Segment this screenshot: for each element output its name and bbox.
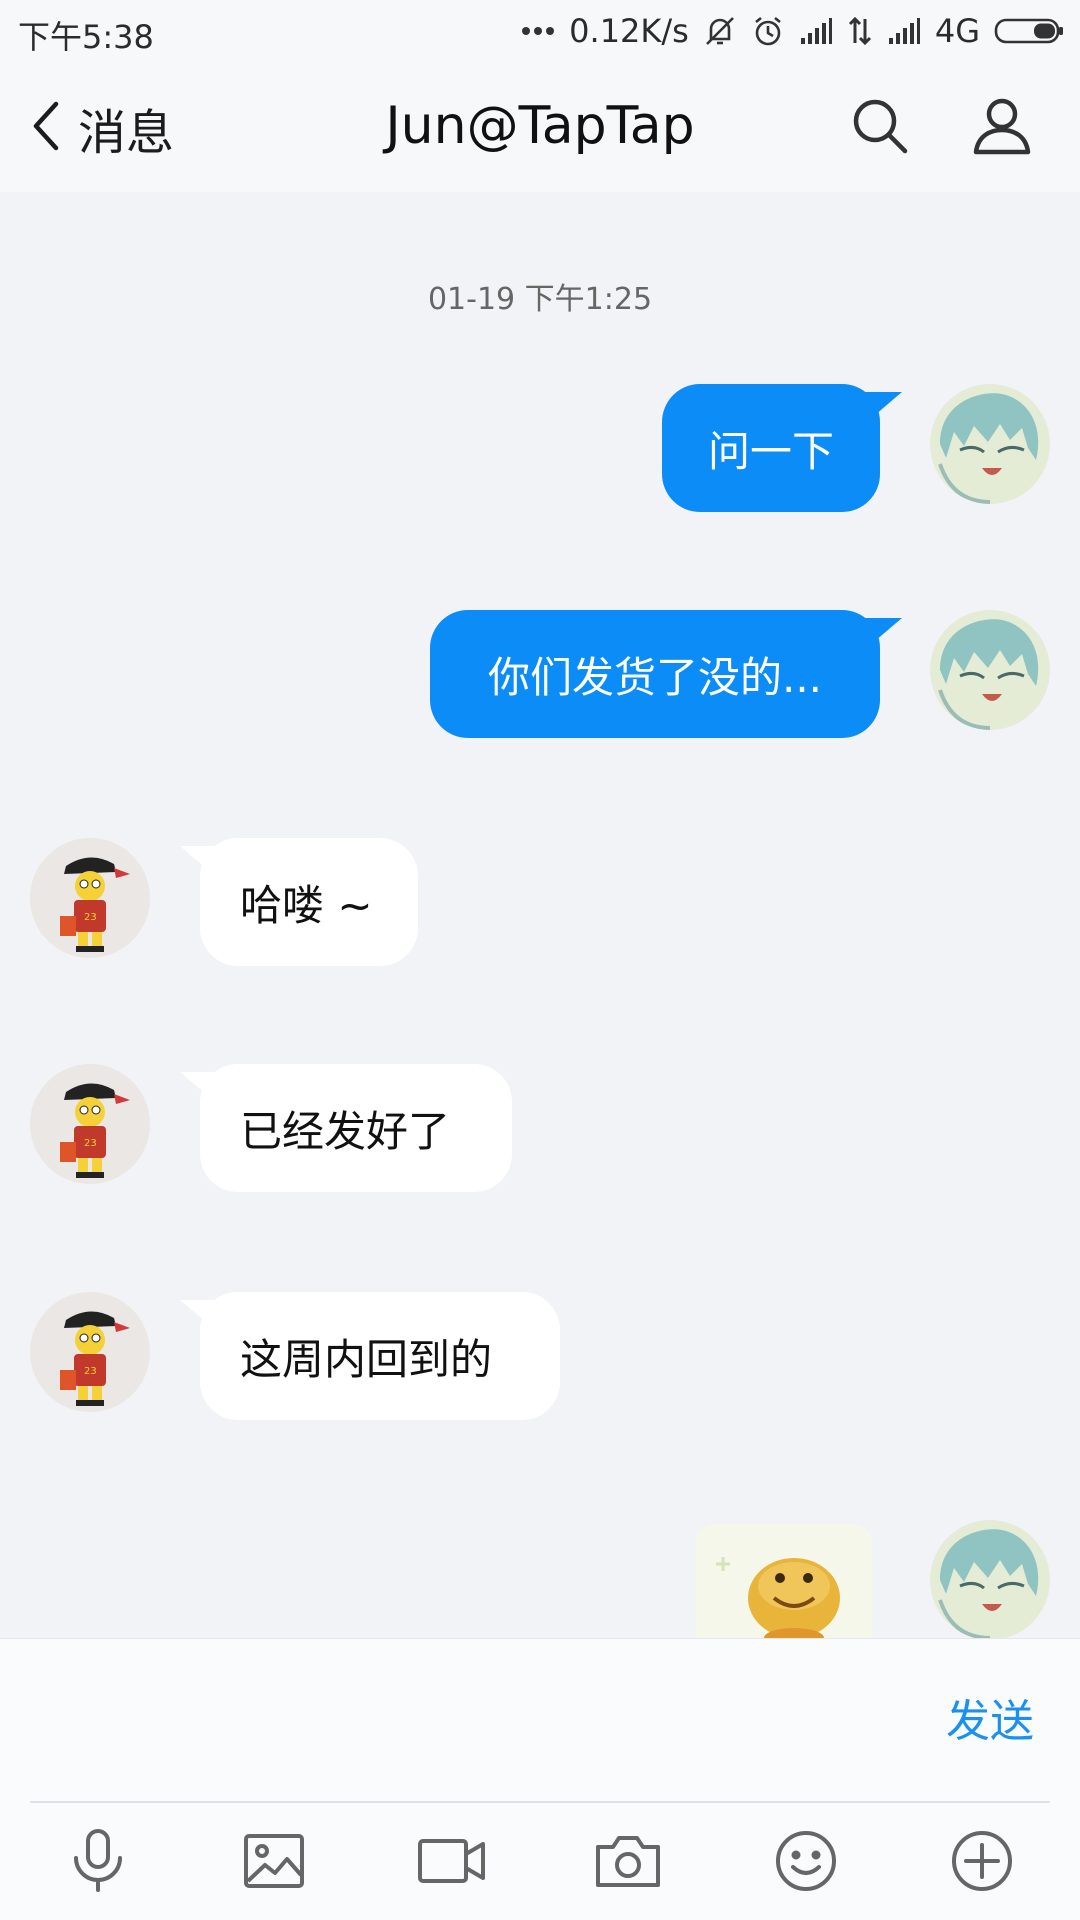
- signal-icon: [799, 16, 833, 46]
- signal-icon: [887, 16, 921, 46]
- incoming-message-bubble[interactable]: 这周内回到的: [200, 1292, 560, 1420]
- bell-muted-icon: [703, 14, 737, 48]
- microphone-icon: [70, 1828, 126, 1898]
- svg-text:23: 23: [84, 1138, 97, 1149]
- image-button[interactable]: [234, 1825, 314, 1901]
- sticker-message[interactable]: [696, 1524, 872, 1638]
- network-type: 4G: [934, 12, 980, 50]
- message-text: 你们发货了没的...: [487, 652, 823, 702]
- message-input[interactable]: [30, 1661, 890, 1781]
- svg-text:23: 23: [84, 1366, 97, 1377]
- profile-icon: [970, 94, 1034, 162]
- camera-button[interactable]: [588, 1825, 668, 1901]
- camera-icon: [595, 1833, 661, 1893]
- back-button[interactable]: 消息: [28, 92, 174, 164]
- profile-button[interactable]: [966, 92, 1038, 164]
- my-avatar[interactable]: [930, 384, 1050, 504]
- outgoing-message-bubble[interactable]: 问一下: [662, 384, 880, 512]
- chat-title: Jun@TapTap: [385, 96, 695, 156]
- status-time: 下午5:38: [18, 18, 154, 56]
- svg-text:23: 23: [84, 912, 97, 923]
- chat-header: 消息 Jun@TapTap: [0, 62, 1080, 192]
- data-arrows-icon: [847, 15, 873, 47]
- back-chevron-icon: [28, 98, 64, 158]
- outgoing-message-bubble[interactable]: 你们发货了没的...: [430, 610, 880, 738]
- emoji-button[interactable]: [766, 1825, 846, 1901]
- message-text: 哈喽 ~: [240, 880, 373, 930]
- emoji-icon: [774, 1829, 838, 1897]
- message-list[interactable]: 01-19 下午1:25 问一下 你们发货了没的... 23 哈喽 ~ 23 已…: [0, 192, 1080, 1638]
- send-button[interactable]: 发送: [946, 1685, 1034, 1749]
- composer-toolbar: [0, 1803, 1080, 1920]
- search-icon: [849, 95, 911, 161]
- bubble-tail-icon: [862, 392, 902, 426]
- composer: 发送: [0, 1638, 1080, 1920]
- status-bar: 下午5:38 0.12K/s 4G: [0, 0, 1080, 62]
- battery-icon: [994, 16, 1066, 46]
- incoming-message-bubble[interactable]: 哈喽 ~: [200, 838, 418, 966]
- net-speed: 0.12K/s: [569, 12, 689, 50]
- contact-avatar[interactable]: 23: [30, 1064, 150, 1184]
- message-text: 这周内回到的: [240, 1334, 493, 1384]
- plus-icon: [950, 1829, 1014, 1897]
- alarm-icon: [751, 14, 785, 48]
- my-avatar[interactable]: [930, 1520, 1050, 1638]
- voice-button[interactable]: [58, 1825, 138, 1901]
- search-button[interactable]: [844, 92, 916, 164]
- bubble-tail-icon: [862, 618, 902, 652]
- message-text: 问一下: [707, 426, 834, 476]
- back-label: 消息: [78, 105, 175, 161]
- more-dots-icon: [521, 25, 555, 37]
- video-icon: [417, 1836, 487, 1890]
- more-button[interactable]: [942, 1825, 1022, 1901]
- message-text: 已经发好了: [240, 1106, 451, 1156]
- my-avatar[interactable]: [930, 610, 1050, 730]
- video-button[interactable]: [412, 1825, 492, 1901]
- status-indicators: 0.12K/s 4G: [521, 8, 1066, 54]
- message-timestamp: 01-19 下午1:25: [427, 282, 653, 317]
- incoming-message-bubble[interactable]: 已经发好了: [200, 1064, 512, 1192]
- image-icon: [243, 1833, 305, 1893]
- contact-avatar[interactable]: 23: [30, 1292, 150, 1412]
- chat-screen: 下午5:38 0.12K/s 4G 消息 Jun@TapTap 01-19 下午…: [0, 0, 1080, 1920]
- contact-avatar[interactable]: 23: [30, 838, 150, 958]
